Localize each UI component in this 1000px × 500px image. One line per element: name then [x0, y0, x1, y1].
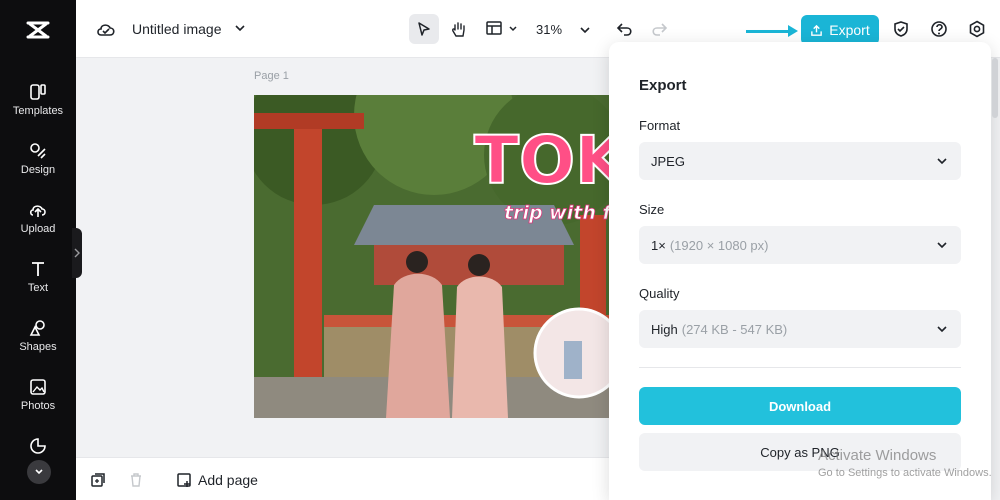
- pointer-icon: [418, 22, 430, 36]
- trash-icon: [131, 473, 141, 487]
- cloud-sync-icon[interactable]: [96, 20, 116, 40]
- chevron-down-icon: [937, 326, 947, 333]
- sidebar-item-design[interactable]: Design: [0, 141, 76, 195]
- quality-label: Quality: [639, 286, 680, 301]
- sidebar-item-label: Shapes: [19, 341, 57, 353]
- format-label: Format: [639, 118, 681, 133]
- canvas-title-text: TOK: [474, 122, 610, 199]
- undo-button[interactable]: [616, 20, 634, 38]
- delete-page-button[interactable]: [128, 472, 144, 488]
- zoom-level[interactable]: 31%: [536, 22, 562, 37]
- export-panel-title: Export: [639, 77, 687, 94]
- chevron-down-icon[interactable]: [579, 24, 591, 36]
- canvas-image[interactable]: TOK trip with f: [254, 95, 610, 418]
- canvas-subtitle-text: trip with f: [504, 202, 610, 224]
- redo-button[interactable]: [650, 20, 668, 38]
- sidebar-item-photos[interactable]: Photos: [0, 377, 76, 431]
- annotation-arrow-head: [788, 25, 798, 37]
- duplicate-page-button[interactable]: [90, 472, 106, 488]
- sidebar-item-shapes[interactable]: Shapes: [0, 318, 76, 372]
- windows-activation-watermark: Activate Windows Go to Settings to activ…: [818, 447, 992, 479]
- divider: [639, 367, 961, 368]
- download-button[interactable]: Download: [639, 387, 961, 425]
- chevron-down-icon: [937, 158, 947, 165]
- chevron-down-icon: [937, 242, 947, 249]
- sidebar-item-upload[interactable]: Upload: [0, 200, 76, 254]
- pie-icon: [30, 438, 46, 454]
- export-icon: [811, 24, 823, 36]
- sidebar-item-text[interactable]: Text: [0, 259, 76, 313]
- sidebar-item-label: Photos: [20, 400, 56, 412]
- watermark-line-2: Go to Settings to activate Windows.: [818, 467, 992, 479]
- help-icon: [931, 21, 947, 37]
- hand-icon: [452, 22, 465, 37]
- add-page-label: Add page: [198, 472, 258, 488]
- gear-icon: [969, 20, 985, 38]
- chevron-right-icon: [74, 248, 80, 258]
- format-select[interactable]: JPEG: [639, 142, 961, 180]
- sidebar-item-label: Templates: [12, 105, 64, 117]
- chevron-down-icon[interactable]: [234, 22, 246, 34]
- help-button[interactable]: [930, 20, 948, 38]
- upload-icon: [29, 205, 46, 217]
- select-tool-button[interactable]: [409, 14, 439, 44]
- hand-tool-button[interactable]: [444, 14, 474, 44]
- capcut-logo-icon[interactable]: [24, 16, 52, 44]
- undo-icon: [616, 23, 632, 36]
- layout-button[interactable]: [484, 18, 504, 38]
- sidebar-item-templates[interactable]: Templates: [0, 82, 76, 136]
- bottom-toolbar: Add page: [76, 457, 616, 500]
- chevron-down-icon[interactable]: [508, 24, 518, 34]
- add-page-icon: [177, 473, 191, 487]
- shapes-icon: [29, 320, 45, 336]
- sidebar-item-label: Upload: [20, 223, 56, 235]
- size-detail: (1920 × 1080 px): [669, 237, 769, 253]
- left-sidebar: Templates Design Upload Text Shapes Phot…: [0, 0, 76, 500]
- shield-icon: [894, 21, 908, 37]
- sidebar-expand-button[interactable]: [27, 460, 51, 484]
- export-button[interactable]: Export: [801, 15, 879, 45]
- sidebar-item-label: Text: [27, 282, 49, 294]
- quality-select[interactable]: High (274 KB - 547 KB): [639, 310, 961, 348]
- size-select[interactable]: 1× (1920 × 1080 px): [639, 226, 961, 264]
- settings-button[interactable]: [968, 20, 986, 38]
- templates-icon: [30, 84, 46, 100]
- watermark-line-1: Activate Windows: [818, 447, 937, 464]
- page-label: Page 1: [254, 70, 289, 82]
- export-panel: Export Format JPEG Size 1× (1920 × 1080 …: [609, 42, 991, 500]
- quality-detail: (274 KB - 547 KB): [681, 321, 788, 337]
- design-icon: [30, 143, 46, 159]
- chevron-down-icon: [35, 469, 43, 475]
- format-value: JPEG: [651, 153, 685, 169]
- scrollbar[interactable]: [992, 58, 998, 118]
- size-label: Size: [639, 202, 665, 217]
- annotation-arrow: [746, 30, 790, 33]
- sidebar-item-more[interactable]: [0, 436, 76, 456]
- text-icon: [32, 262, 44, 276]
- export-label: Export: [829, 22, 870, 38]
- sidebar-item-label: Design: [20, 164, 56, 176]
- document-title[interactable]: Untitled image: [132, 21, 222, 37]
- add-page-button[interactable]: Add page: [176, 472, 258, 488]
- duplicate-icon: [91, 473, 105, 487]
- panel-collapse-handle[interactable]: [72, 228, 82, 278]
- shield-button[interactable]: [892, 20, 910, 38]
- photos-icon: [30, 379, 46, 395]
- redo-icon: [652, 23, 668, 36]
- size-value: 1×: [651, 237, 666, 253]
- layout-icon: [486, 21, 502, 35]
- quality-value: High: [651, 321, 678, 337]
